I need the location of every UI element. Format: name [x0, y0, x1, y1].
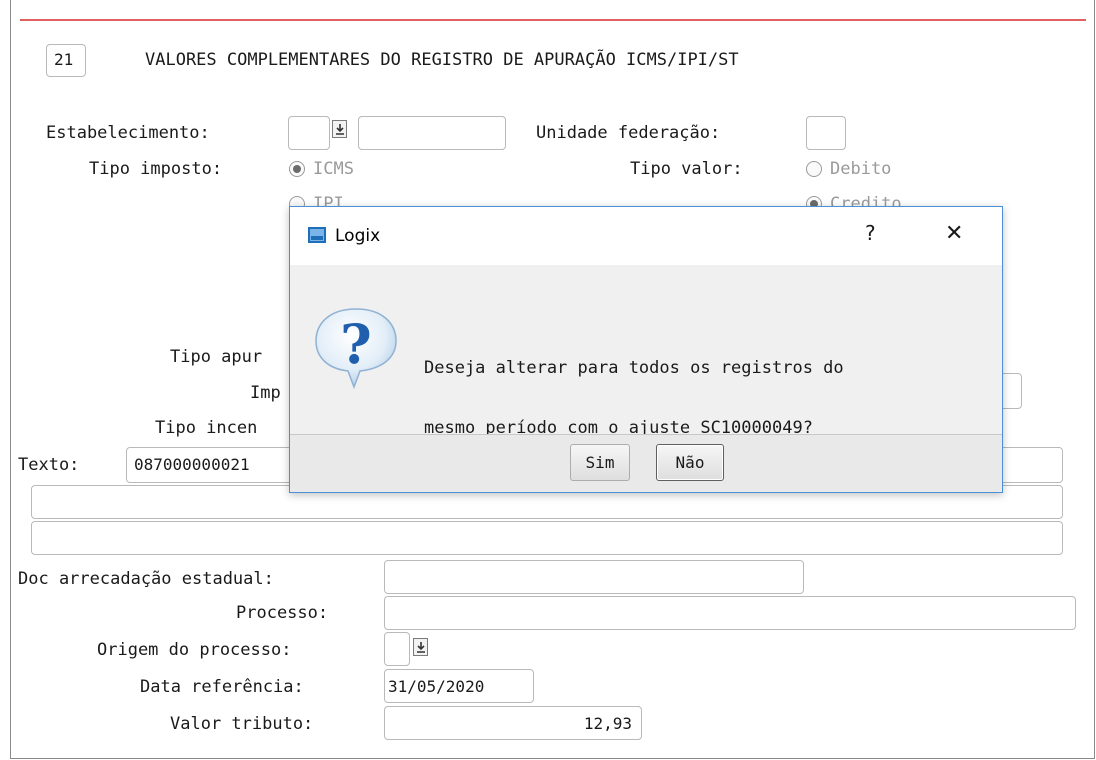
texto-value: 087000000021 [134, 455, 250, 474]
close-button[interactable]: ✕ [945, 221, 963, 246]
dialog-title: Logix [335, 226, 381, 246]
valor-tributo-value: 12,93 [583, 714, 632, 733]
confirm-dialog: Logix ? ✕ ? Deseja alterar para todos os… [289, 206, 1003, 493]
download-arrow-icon [336, 124, 344, 135]
help-button[interactable]: ? [865, 221, 876, 245]
svg-text:?: ? [340, 312, 372, 376]
data-referencia-value: 31/05/2020 [388, 677, 485, 696]
valor-tributo-label: Valor tributo: [170, 714, 314, 734]
page-title: VALORES COMPLEMENTARES DO REGISTRO DE AP… [145, 50, 739, 70]
processo-input[interactable] [384, 596, 1076, 630]
estabelecimento-label: Estabelecimento: [46, 123, 210, 143]
data-referencia-label: Data referência: [140, 677, 304, 697]
origem-processo-input[interactable] [384, 632, 410, 666]
dialog-titlebar: Logix ? ✕ [290, 207, 1002, 265]
header-accent-line [20, 19, 1086, 21]
doc-arrecadacao-input[interactable] [384, 560, 804, 594]
estabelecimento-code-input[interactable] [288, 116, 330, 150]
unidade-federacao-label: Unidade federação: [536, 123, 721, 143]
estabelecimento-lookup-button[interactable] [332, 120, 347, 138]
tipo-valor-label: Tipo valor: [630, 159, 743, 179]
unidade-federacao-input[interactable] [806, 116, 846, 150]
tipo-apuracao-label: Tipo apur [170, 347, 263, 367]
doc-arrecadacao-label: Doc arrecadação estadual: [18, 569, 274, 589]
dialog-footer: Sim Não [290, 435, 1002, 492]
origem-processo-lookup-button[interactable] [413, 638, 428, 656]
tipo-valor-debito-radio[interactable] [806, 161, 822, 177]
estabelecimento-name-input[interactable] [358, 116, 506, 150]
imp-label: Imp [250, 383, 281, 403]
processo-label: Processo: [236, 603, 329, 623]
origem-processo-label: Origem do processo: [97, 640, 292, 660]
download-arrow-icon [417, 642, 425, 653]
tipo-imposto-icms-radio[interactable] [289, 161, 305, 177]
texto-label: Texto: [18, 455, 80, 475]
screen-number: 21 [54, 50, 74, 69]
tipo-incentivo-label: Tipo incen [155, 418, 258, 438]
tipo-imposto-label: Tipo imposto: [89, 159, 223, 179]
tipo-valor-debito-label: Debito [830, 159, 892, 179]
texto-input-3[interactable] [31, 521, 1063, 555]
yes-button[interactable]: Sim [570, 444, 630, 481]
question-icon: ? [315, 308, 397, 390]
no-button[interactable]: Não [656, 444, 724, 481]
tipo-imposto-icms-label: ICMS [313, 159, 354, 179]
logix-app-icon [308, 227, 326, 243]
dialog-message-line-1: Deseja alterar para todos os registros d… [424, 358, 844, 378]
